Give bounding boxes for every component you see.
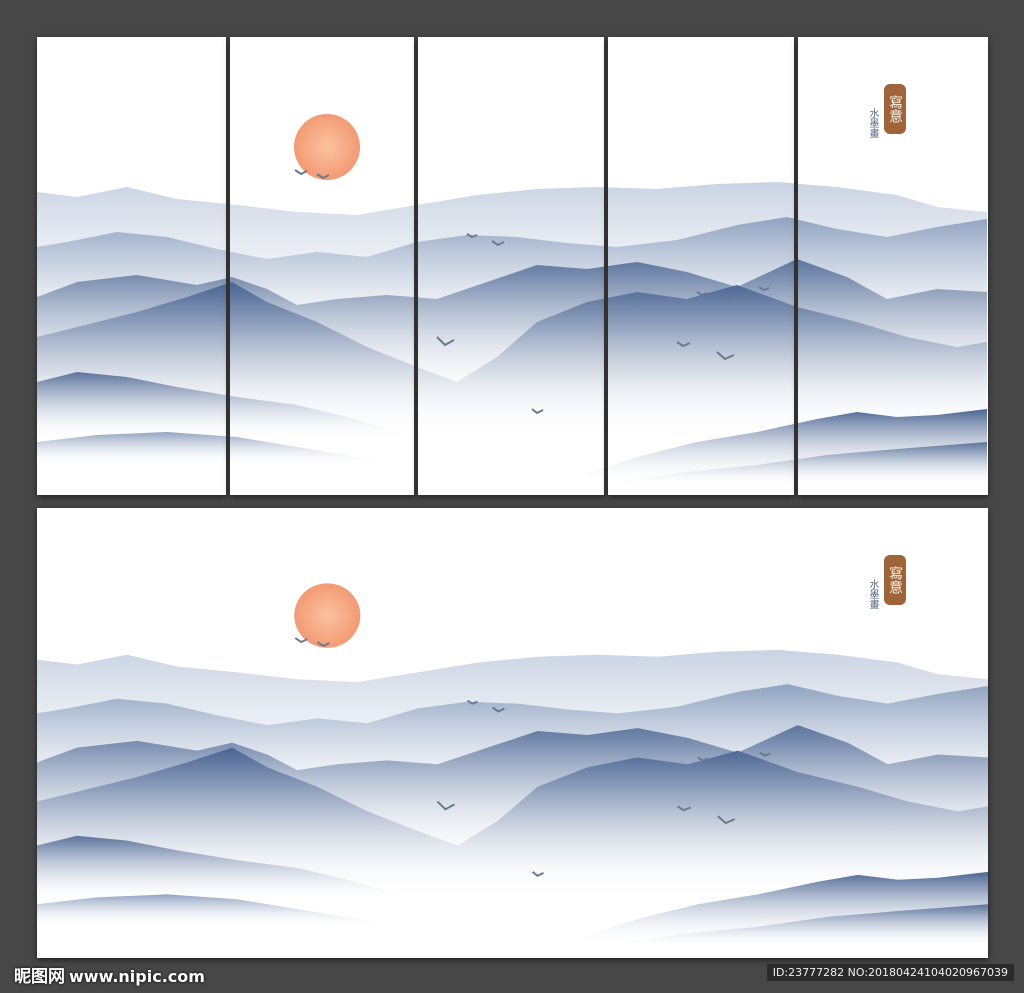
panel-4: [608, 37, 794, 495]
panel-2: [230, 37, 414, 495]
seal-main-text: 寫意: [884, 84, 906, 134]
panel-1: [37, 37, 226, 495]
seal-stamp: 寫意 水墨畫: [860, 555, 910, 625]
seal-sub-text: 水墨畫: [867, 579, 878, 609]
panel-3: [418, 37, 604, 495]
mountain-landscape: [608, 113, 794, 495]
seal-sub-text: 水墨畫: [867, 108, 878, 138]
image-id-label: ID:23777282 NO:20180424104020967039: [766, 964, 1014, 981]
seal-stamp: 寫意 水墨畫: [860, 84, 910, 154]
logo-text: 昵图网: [14, 967, 65, 987]
seal-main-text: 寫意: [884, 555, 906, 605]
panel-5: 寫意 水墨畫: [798, 37, 988, 495]
mountain-landscape: [37, 582, 988, 958]
panorama-panel: 寫意 水墨畫: [37, 508, 988, 958]
mountain-landscape: [418, 113, 604, 495]
nipic-logo: 昵图网 www.nipic.com: [14, 962, 205, 987]
mountain-landscape: [230, 113, 414, 495]
mountain-landscape: [37, 113, 226, 495]
site-url: www.nipic.com: [69, 967, 205, 986]
